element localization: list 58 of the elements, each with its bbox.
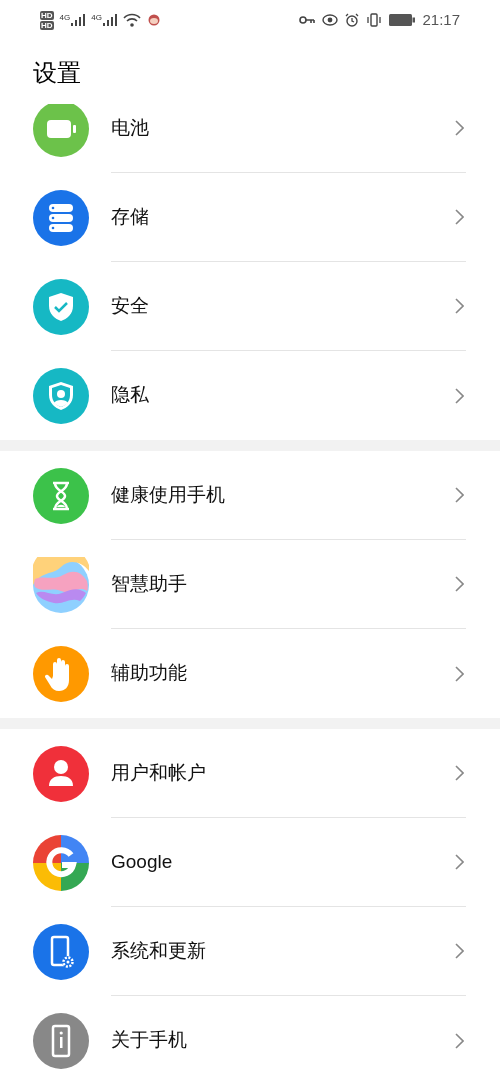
alarm-icon xyxy=(345,13,360,27)
network-label: 4G xyxy=(59,14,71,22)
item-label: 存储 xyxy=(111,204,150,229)
settings-item[interactable]: 智慧助手 xyxy=(0,540,500,629)
chevron-icon xyxy=(455,487,464,503)
shield-person-icon xyxy=(33,367,89,424)
chevron-icon xyxy=(455,209,464,225)
vibrate-icon xyxy=(366,13,383,27)
chevron-icon xyxy=(455,665,464,682)
chevron-icon xyxy=(455,765,464,781)
chevron-icon xyxy=(455,1032,464,1049)
settings-item[interactable]: Google xyxy=(0,818,500,907)
settings-item[interactable]: 存储 xyxy=(0,173,500,262)
page-title: 设置 xyxy=(33,58,81,88)
shield-check-icon xyxy=(33,278,89,335)
settings-item[interactable]: 用户和帐户 xyxy=(0,729,500,818)
item-label: 电池 xyxy=(111,115,150,140)
wifi-icon xyxy=(122,13,141,27)
settings-item[interactable]: 电池 xyxy=(0,104,500,173)
chevron-icon xyxy=(455,854,464,870)
storage-icon xyxy=(33,189,89,246)
settings-item[interactable]: 关于手机 xyxy=(0,996,500,1083)
sim-label: HD xyxy=(40,10,54,20)
network-label: 4G xyxy=(91,14,102,22)
signal-icon xyxy=(71,14,86,26)
item-label: 安全 xyxy=(111,293,150,318)
chevron-icon xyxy=(455,387,464,404)
phone-info-icon xyxy=(33,1012,89,1069)
eye-icon xyxy=(322,14,339,26)
item-label: 辅助功能 xyxy=(111,661,188,686)
battery-icon xyxy=(33,104,89,157)
phone-gear-icon xyxy=(33,923,89,980)
item-label: 关于手机 xyxy=(111,1028,188,1053)
item-label: Google xyxy=(111,849,174,874)
item-label: 健康使用手机 xyxy=(111,482,226,507)
chevron-icon xyxy=(455,576,464,592)
signal-icon xyxy=(102,14,117,26)
sim-label: HD xyxy=(40,20,54,30)
settings-item[interactable]: 系统和更新 xyxy=(0,907,500,996)
gradient-orb-icon xyxy=(33,556,89,613)
key-icon xyxy=(299,15,316,25)
hourglass-icon xyxy=(33,467,89,524)
chevron-icon xyxy=(455,298,464,314)
chevron-icon xyxy=(455,943,464,959)
item-label: 智慧助手 xyxy=(111,571,188,596)
item-label: 用户和帐户 xyxy=(111,760,207,785)
clock-time: 21:17 xyxy=(422,9,460,30)
settings-item[interactable]: 隐私 xyxy=(0,351,500,440)
google-icon xyxy=(33,834,89,891)
settings-item[interactable]: 健康使用手机 xyxy=(0,451,500,540)
item-label: 隐私 xyxy=(111,383,150,408)
hand-icon xyxy=(33,645,89,702)
battery-icon xyxy=(389,14,416,26)
settings-item[interactable]: 辅助功能 xyxy=(0,629,500,718)
person-icon xyxy=(33,745,89,802)
chevron-icon xyxy=(455,120,464,136)
settings-item[interactable]: 安全 xyxy=(0,262,500,351)
item-label: 系统和更新 xyxy=(111,938,207,963)
